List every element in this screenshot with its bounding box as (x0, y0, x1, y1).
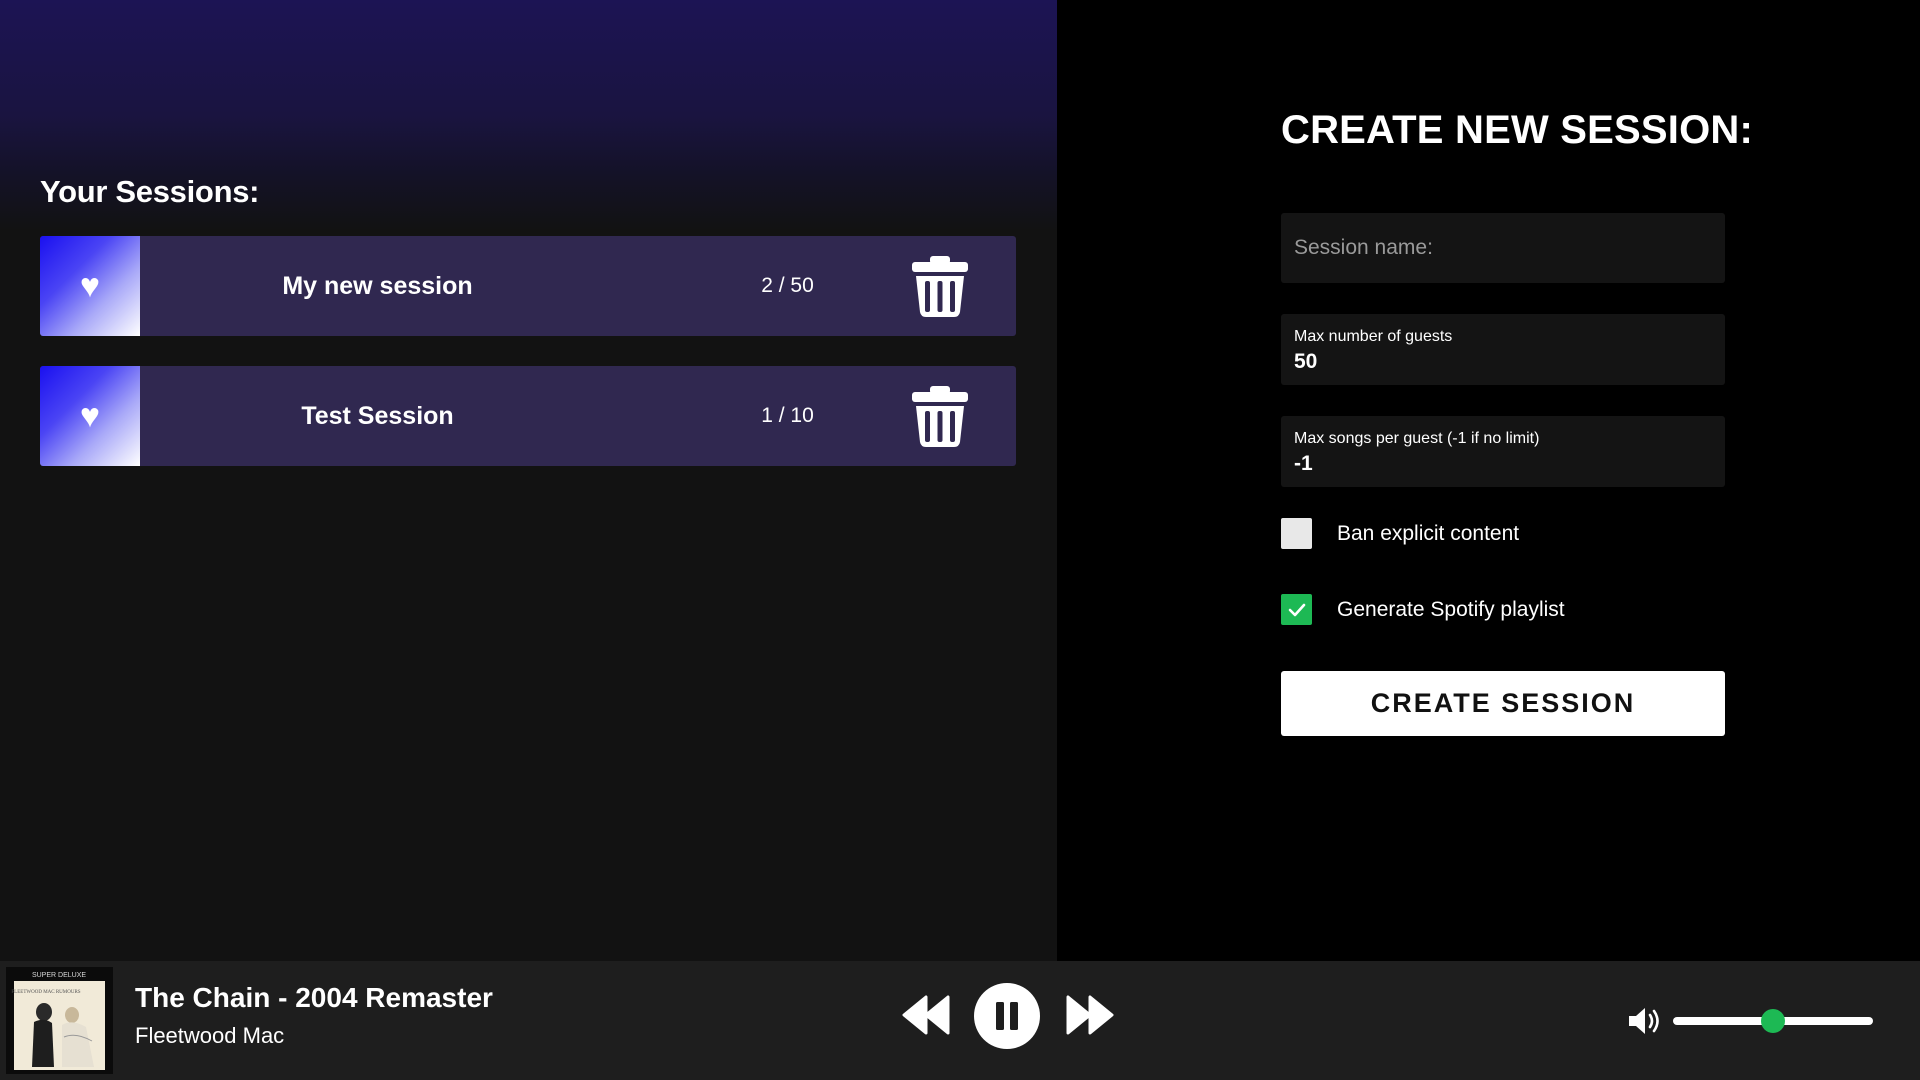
max-songs-label: Max songs per guest (-1 if no limit) (1294, 430, 1540, 447)
session-thumbnail: ♥ (40, 366, 140, 466)
create-session-button[interactable]: CREATE SESSION (1281, 671, 1725, 736)
trash-icon (912, 386, 968, 447)
rewind-icon (902, 995, 950, 1035)
mute-button[interactable] (1627, 1005, 1663, 1042)
volume-slider-handle[interactable] (1761, 1009, 1785, 1033)
session-thumbnail: ♥ (40, 236, 140, 336)
fast-forward-icon (1066, 995, 1114, 1035)
pause-button[interactable] (974, 983, 1040, 1054)
delete-session-button[interactable] (910, 384, 970, 448)
session-name: My new session (282, 271, 473, 300)
spotify-playlist-checkbox[interactable] (1281, 594, 1312, 625)
session-card[interactable]: ♥ My new session 2 / 50 (40, 236, 1016, 336)
trash-icon (912, 256, 968, 317)
ban-explicit-row[interactable]: Ban explicit content (1281, 518, 1519, 549)
album-art[interactable]: SUPER DELUXE FLEETWOOD MAC RUMOURS (6, 967, 113, 1074)
volume-slider[interactable] (1673, 1009, 1873, 1033)
track-artist[interactable]: Fleetwood Mac (135, 1023, 284, 1049)
spotify-playlist-row[interactable]: Generate Spotify playlist (1281, 594, 1565, 625)
heart-icon: ♥ (79, 267, 101, 305)
ban-explicit-checkbox[interactable] (1281, 518, 1312, 549)
check-icon (1288, 603, 1305, 616)
pause-icon (974, 983, 1040, 1049)
max-songs-value[interactable]: -1 (1294, 452, 1712, 476)
previous-button[interactable] (902, 993, 952, 1042)
album-art-sublabel: FLEETWOOD MAC RUMOURS (11, 990, 80, 995)
track-title[interactable]: The Chain - 2004 Remaster (135, 982, 493, 1014)
max-guests-label: Max number of guests (1294, 328, 1453, 345)
player-bar: SUPER DELUXE FLEETWOOD MAC RUMOURS The C… (0, 961, 1920, 1080)
sessions-title: Your Sessions: (40, 174, 260, 209)
spotify-playlist-label: Generate Spotify playlist (1337, 597, 1565, 621)
album-art-label: SUPER DELUXE (32, 972, 86, 979)
heart-icon: ♥ (79, 397, 101, 435)
max-guests-value[interactable]: 50 (1294, 350, 1712, 374)
session-guest-count: 2 / 50 (761, 274, 814, 297)
session-card[interactable]: ♥ Test Session 1 / 10 (40, 366, 1016, 466)
create-session-title: CREATE NEW SESSION: (1281, 108, 1753, 152)
max-songs-field[interactable]: Max songs per guest (-1 if no limit) -1 (1281, 416, 1725, 487)
volume-icon (1629, 1008, 1659, 1034)
session-name: Test Session (301, 401, 454, 430)
sessions-panel: Your Sessions: ♥ My new session 2 / 50 ♥… (0, 0, 1057, 961)
ban-explicit-label: Ban explicit content (1337, 521, 1520, 545)
session-name-input[interactable]: Session name: (1281, 213, 1725, 283)
session-guest-count: 1 / 10 (761, 404, 814, 427)
next-button[interactable] (1064, 993, 1114, 1042)
delete-session-button[interactable] (910, 254, 970, 318)
album-cover-image: SUPER DELUXE FLEETWOOD MAC RUMOURS (6, 967, 113, 1074)
max-guests-field[interactable]: Max number of guests 50 (1281, 314, 1725, 385)
